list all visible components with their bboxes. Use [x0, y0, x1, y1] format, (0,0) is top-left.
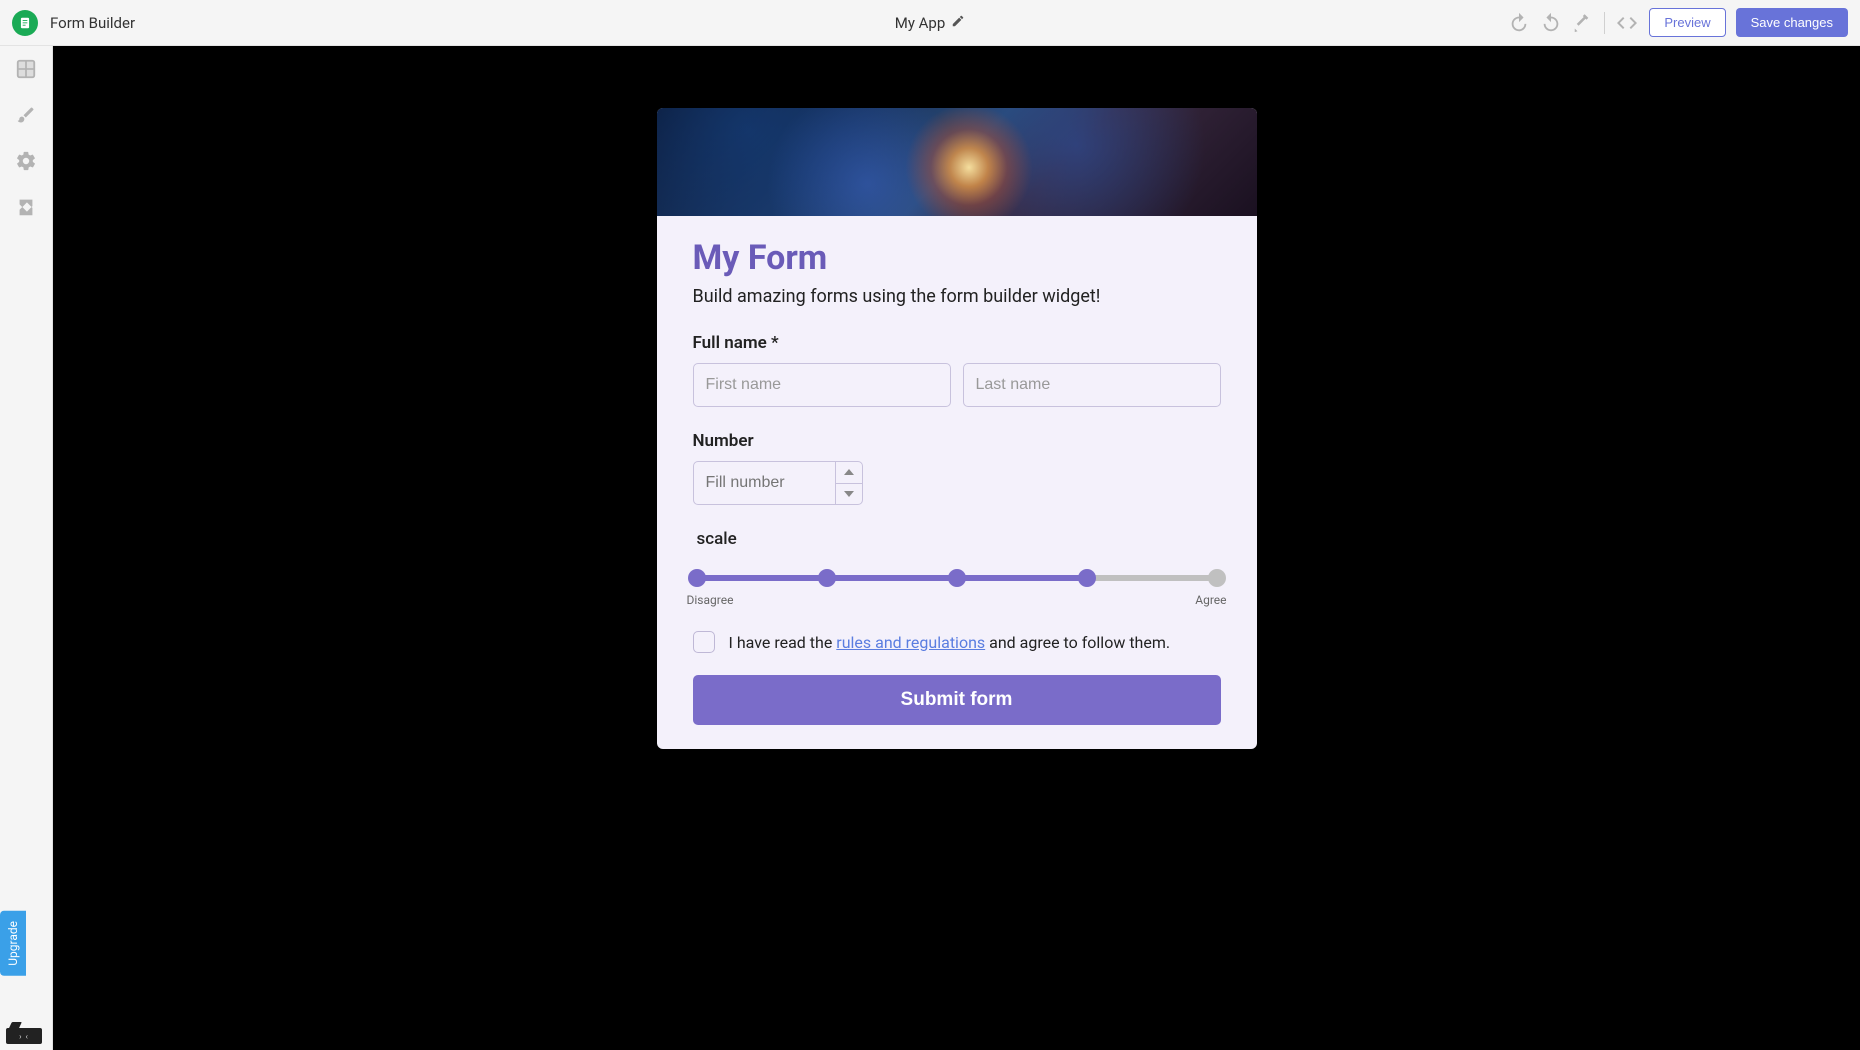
last-name-input[interactable] [963, 363, 1221, 407]
document-icon [18, 16, 32, 30]
rules-link[interactable]: rules and regulations [836, 633, 985, 652]
analytics-icon[interactable] [15, 196, 37, 218]
save-button[interactable]: Save changes [1736, 8, 1848, 37]
scale-slider[interactable] [697, 575, 1217, 581]
grid-icon[interactable] [15, 58, 37, 80]
app-label: Form Builder [50, 14, 135, 32]
consent-checkbox[interactable] [693, 631, 715, 653]
toolbar-divider [1604, 12, 1605, 34]
form-title: My Form [693, 238, 1221, 278]
gear-icon[interactable] [15, 150, 37, 172]
corner-badge: › ‹ [6, 1028, 42, 1044]
redo-icon[interactable] [1540, 12, 1562, 34]
submit-button[interactable]: Submit form [693, 675, 1221, 725]
form-subtitle: Build amazing forms using the form build… [693, 286, 1221, 307]
app-title[interactable]: My App [895, 14, 946, 32]
code-icon[interactable] [1615, 11, 1639, 35]
app-logo[interactable] [12, 10, 38, 36]
number-step-up[interactable] [836, 461, 863, 484]
paintbrush-icon[interactable] [15, 104, 37, 126]
scale-right-label: Agree [1195, 593, 1226, 607]
number-step-down[interactable] [836, 484, 863, 506]
form-header-image [657, 108, 1257, 216]
first-name-input[interactable] [693, 363, 951, 407]
hammer-icon[interactable] [1572, 12, 1594, 34]
left-sidebar [0, 46, 53, 1050]
number-label: Number [693, 431, 1221, 451]
upgrade-tab[interactable]: Upgrade [0, 911, 26, 976]
topbar: Form Builder My App Preview Save changes [0, 0, 1860, 46]
undo-icon[interactable] [1508, 12, 1530, 34]
edit-title-icon[interactable] [951, 13, 965, 32]
preview-button[interactable]: Preview [1649, 8, 1725, 37]
canvas[interactable]: My Form Build amazing forms using the fo… [53, 46, 1860, 1050]
scale-label: scale [693, 529, 1221, 549]
consent-text: I have read the rules and regulations an… [729, 633, 1171, 652]
fullname-label: Full name * [693, 333, 1221, 353]
scale-left-label: Disagree [687, 593, 734, 607]
form-card[interactable]: My Form Build amazing forms using the fo… [657, 108, 1257, 749]
